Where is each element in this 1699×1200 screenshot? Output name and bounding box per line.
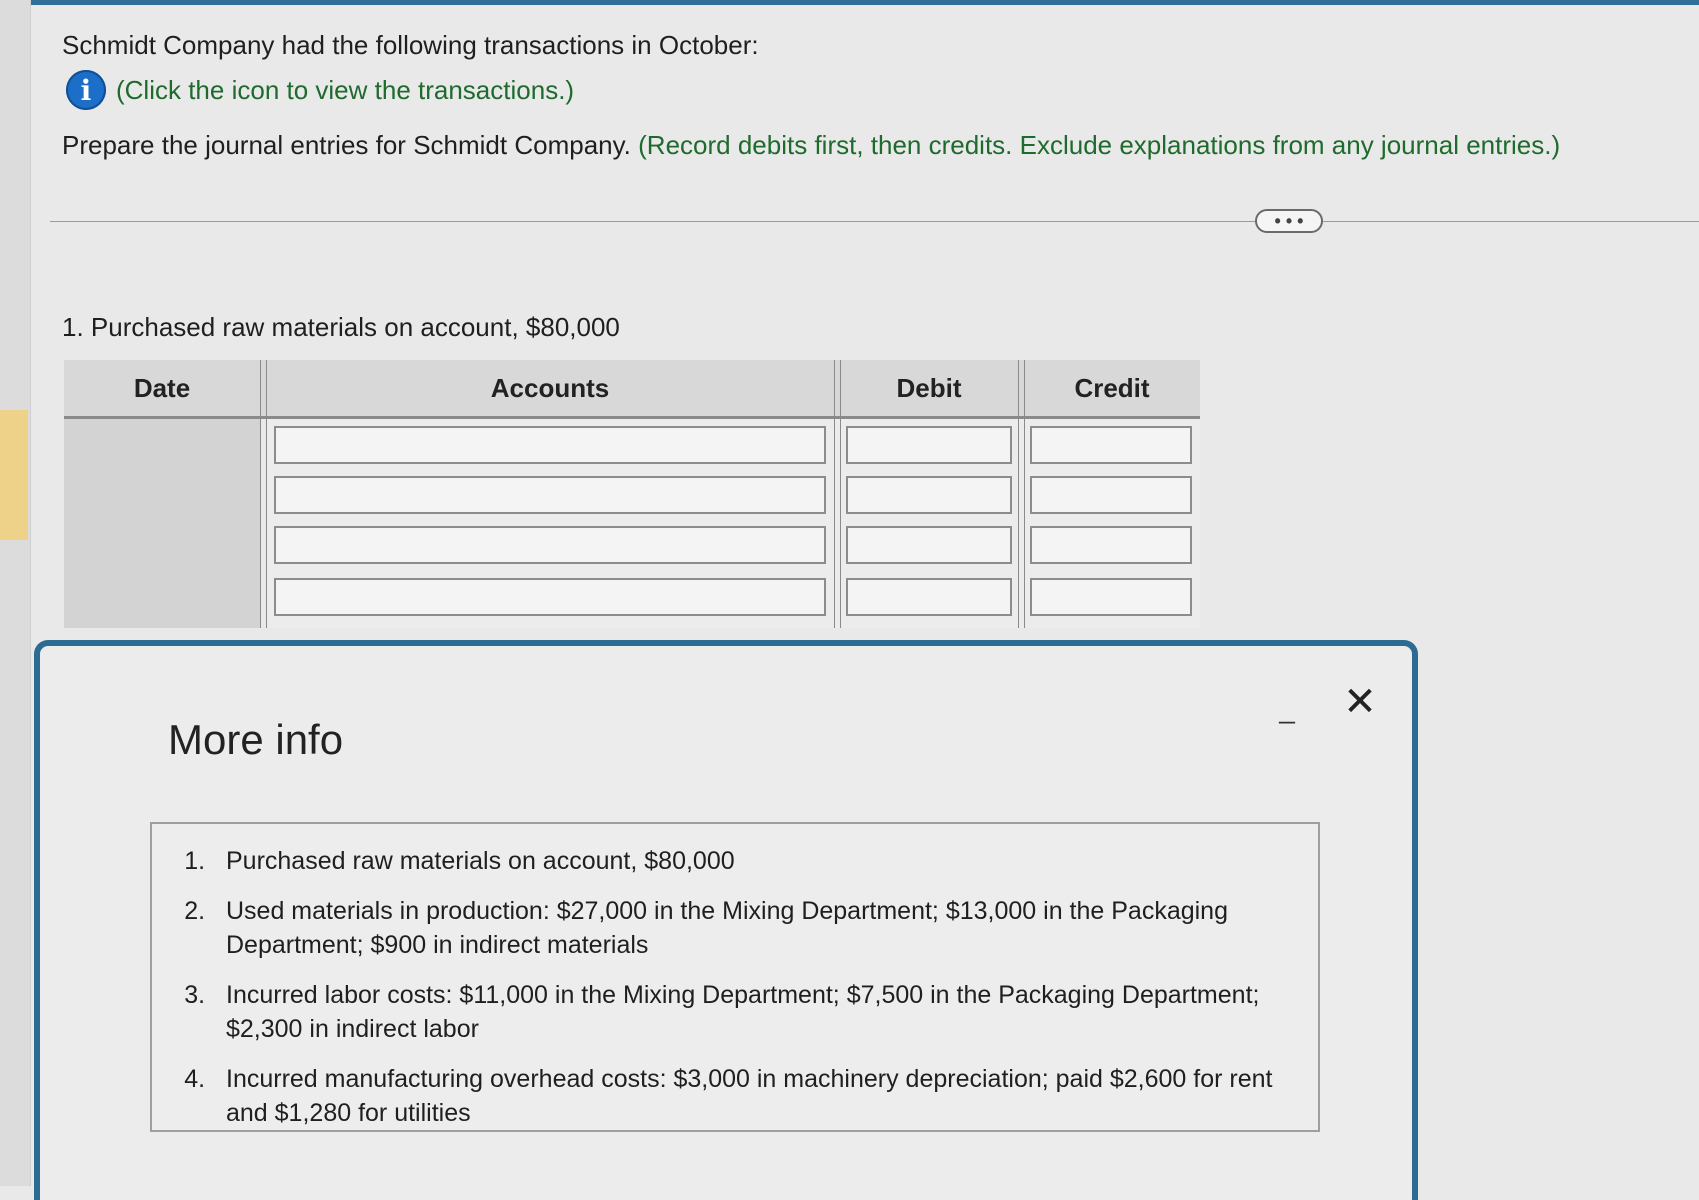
credit-input[interactable] [1030,526,1192,564]
expand-more-button[interactable]: • • • [1255,209,1323,233]
account-input[interactable] [274,476,826,514]
top-accent-bar [0,0,1699,5]
date-column-header: Date [133,372,191,403]
column-separator [260,360,267,628]
modal-title: More info [168,716,344,763]
info-row: i (Click the icon to view the transactio… [66,70,574,110]
accounts-column-header: Accounts [490,372,610,403]
transactions-list: Purchased raw materials on account, $80,… [152,824,1318,1130]
instruction-main: Prepare the journal entries for Schmidt … [62,130,631,160]
debit-column-header: Debit [896,372,962,403]
minimize-button[interactable]: _ [1272,693,1302,724]
account-input[interactable] [274,526,826,564]
credit-input[interactable] [1030,426,1192,464]
more-info-modal: More info _ ✕ Purchased raw materials on… [34,640,1418,1200]
close-button[interactable]: ✕ [1338,680,1382,724]
debit-input[interactable] [846,476,1012,514]
left-rail [0,0,31,1186]
account-input[interactable] [274,578,826,616]
credit-input[interactable] [1030,578,1192,616]
transaction-item: Purchased raw materials on account, $80,… [212,844,1298,878]
journal-entry-table: Date Accounts Debit Credit [64,360,1200,628]
left-side-tab[interactable] [0,410,28,540]
credit-input[interactable] [1030,476,1192,514]
debit-input[interactable] [846,526,1012,564]
credit-column-header: Credit [1074,372,1150,403]
column-separator [1018,360,1025,628]
date-cell[interactable] [64,419,260,628]
instruction-note: (Record debits first, then credits. Excl… [638,130,1561,160]
transactions-box: Purchased raw materials on account, $80,… [150,822,1320,1132]
instruction-text: Prepare the journal entries for Schmidt … [62,130,1560,161]
column-separator [834,360,841,628]
debit-input[interactable] [846,426,1012,464]
question-label: 1. Purchased raw materials on account, $… [62,312,620,342]
view-transactions-link[interactable]: (Click the icon to view the transactions… [116,75,574,106]
transaction-item: Incurred labor costs: $11,000 in the Mix… [212,978,1298,1046]
section-divider [50,221,1699,222]
problem-intro: Schmidt Company had the following transa… [62,30,759,60]
account-input[interactable] [274,426,826,464]
debit-input[interactable] [846,578,1012,616]
info-icon[interactable]: i [66,70,106,110]
transaction-item: Used materials in production: $27,000 in… [212,894,1298,962]
transaction-item: Incurred manufacturing overhead costs: $… [212,1062,1298,1130]
